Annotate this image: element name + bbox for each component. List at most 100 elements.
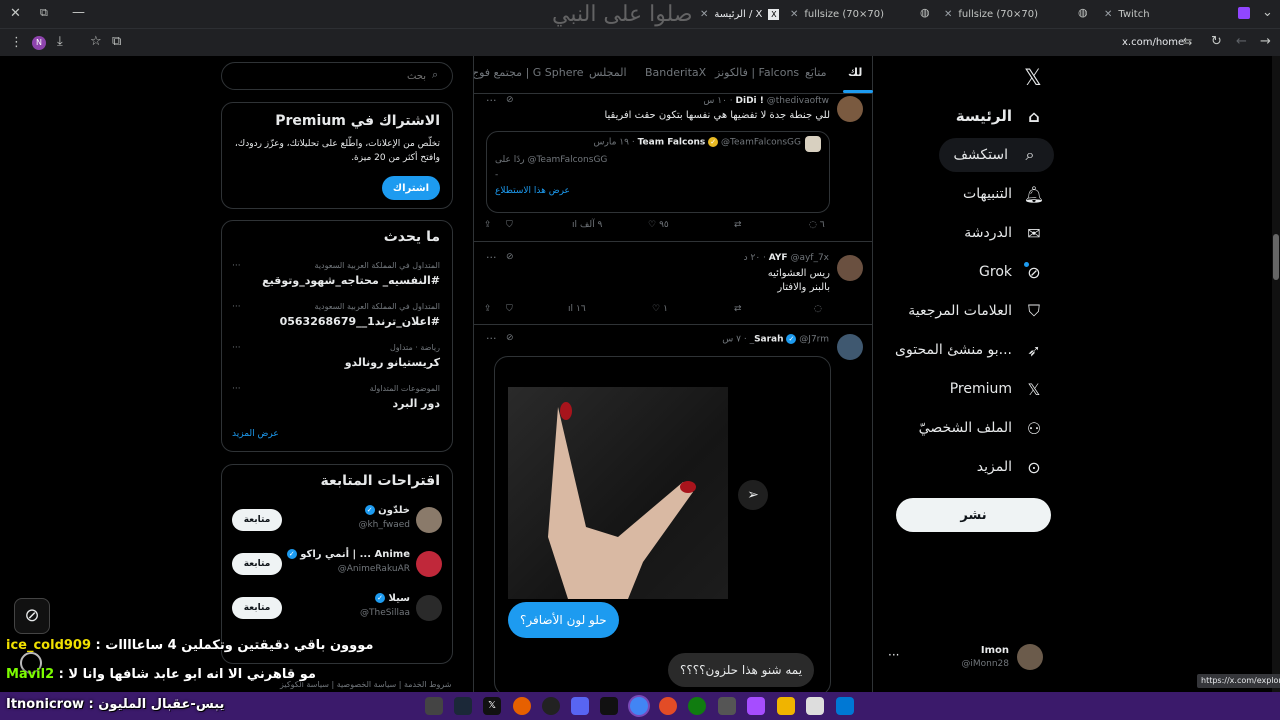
back-icon[interactable]: → — [1260, 34, 1271, 49]
grok-icon[interactable]: ⊘ — [506, 333, 514, 343]
avatar[interactable] — [416, 595, 442, 621]
trend-item[interactable]: المتداول في المملكة العربية السعودية #ال… — [222, 261, 452, 297]
share-icon[interactable]: ⇪ — [484, 304, 492, 314]
download-icon[interactable]: ⤓ — [57, 34, 63, 49]
send-icon[interactable]: ➢ — [738, 480, 768, 510]
nav-explore[interactable]: ⌕ استكشف — [939, 138, 1054, 172]
close-tab-icon[interactable]: ✕ — [700, 9, 708, 20]
nav-more[interactable]: ⊙ المزيد — [977, 450, 1044, 484]
close-window-icon[interactable]: ✕ — [10, 6, 21, 21]
reply-button[interactable]: ◌ ٦ — [809, 220, 825, 230]
close-tab-icon[interactable]: ✕ — [790, 9, 798, 20]
subscribe-button[interactable]: اشتراك — [382, 176, 440, 200]
tweet-author[interactable]: AYF — [769, 253, 788, 263]
avatar[interactable] — [837, 255, 863, 281]
tab-fullsize-1[interactable]: ✕ fullsize (70×70) — [790, 4, 884, 24]
share-icon[interactable]: ⧉ — [112, 34, 121, 49]
forward-icon[interactable]: ← — [1236, 34, 1247, 49]
trend-item[interactable]: الموضوعات المتداولة دور البرد ··· — [222, 384, 452, 420]
tweet[interactable]: Sarah ✓ @J7rm_ · ٧ س ⊘ ··· ➢ حلو لون الأ… — [474, 326, 873, 692]
url-bar[interactable]: x.com/home — [1122, 37, 1184, 48]
bookmark-icon[interactable]: ⛉ — [506, 220, 513, 230]
tab-g-sphere[interactable]: مجتمع فوج | G Sphere — [474, 66, 584, 79]
tab-x-home[interactable]: ✕ الرئيسة / X X — [700, 4, 780, 24]
tweet-media[interactable]: ➢ حلو لون الأضافر؟ يمه شنو هذا حلزون؟؟؟؟ — [494, 356, 831, 692]
avatar[interactable] — [416, 551, 442, 577]
tab-falcons[interactable]: فالكونز | Falcons — [715, 66, 799, 79]
tweet-author[interactable]: Sarah — [754, 335, 783, 345]
nav-home[interactable]: ⌂ الرئيسة — [956, 99, 1044, 133]
tune-icon[interactable]: ⇆ — [1183, 35, 1192, 48]
xbox-icon[interactable] — [688, 697, 706, 715]
app-icon[interactable] — [806, 697, 824, 715]
windows-start-icon[interactable] — [836, 697, 854, 715]
nav-messages[interactable]: ✉ الدردشة — [964, 216, 1044, 250]
tweet-time[interactable]: ٧ س — [722, 335, 741, 345]
menu-dots-icon[interactable]: ⋮ — [10, 35, 23, 50]
bookmark-icon[interactable]: ⛉ — [506, 304, 513, 314]
chrome-icon[interactable] — [630, 697, 648, 715]
trend-item[interactable]: رياضة · متداول كريستيانو رونالدو ··· — [222, 343, 452, 379]
x-app-icon[interactable]: 𝕏 — [483, 697, 501, 715]
profile-avatar[interactable]: N — [32, 36, 46, 50]
show-more-link[interactable]: عرض المزيد — [232, 429, 279, 439]
tweet[interactable]: DiDi ! @thedivaoftw · ١٠ س ⊘ ··· للي جنط… — [474, 94, 873, 242]
quote-tweet[interactable]: Team Falcons ✓ @TeamFalconsGG · ١٩ مارس … — [486, 131, 830, 213]
nav-notifications[interactable]: 🔔︎ التنبيهات — [963, 177, 1044, 211]
post-button[interactable]: نشر — [896, 498, 1051, 532]
scrollbar[interactable] — [1272, 56, 1280, 692]
tweet-author[interactable]: DiDi ! — [736, 96, 764, 106]
nav-premium[interactable]: 𝕏 Premium — [950, 372, 1044, 406]
reply-button[interactable]: ◌ — [814, 304, 822, 314]
show-poll-link[interactable]: عرض هذا الاستطلاع — [495, 186, 570, 196]
like-button[interactable]: ♡ ١ — [652, 304, 668, 314]
app-icon[interactable] — [659, 697, 677, 715]
like-button[interactable]: ♡ ٩٥ — [648, 220, 669, 230]
follow-suggestion[interactable]: سيلا ✓ @TheSillaa متابعة — [222, 591, 452, 625]
tweet-handle[interactable]: @thedivaoftw — [767, 96, 829, 106]
tab-following[interactable]: متابَع — [805, 66, 826, 79]
repost-button[interactable]: ⇄ — [734, 304, 742, 314]
nav-grok[interactable]: ⊘ Grok — [979, 255, 1044, 289]
star-icon[interactable]: ☆ — [90, 34, 102, 49]
nav-profile[interactable]: ⚇ الملف الشخصيّ — [919, 411, 1044, 445]
discord-icon[interactable] — [571, 697, 589, 715]
avatar[interactable] — [837, 334, 863, 360]
folder-icon[interactable] — [777, 697, 795, 715]
tab-menu-icon[interactable]: ⌄ — [1262, 5, 1273, 20]
tab-twitch[interactable]: ✕ Twitch — [1104, 4, 1150, 24]
views-button[interactable]: ıl ٩ آلف — [572, 220, 602, 230]
search-box[interactable]: ⌕ — [221, 62, 453, 90]
close-tab-icon[interactable]: ✕ — [1104, 9, 1112, 20]
tab-for-you[interactable]: لك — [848, 66, 862, 79]
obs-icon[interactable] — [542, 697, 560, 715]
more-dots-icon[interactable]: ··· — [232, 384, 241, 394]
tweet[interactable]: AYF @ayf_7x · ٢٠ د ⊘ ··· ريس العشوائيه ب… — [474, 243, 873, 325]
tab-majlis[interactable]: المجلس — [589, 66, 627, 79]
minimize-window-icon[interactable]: — — [72, 5, 85, 20]
share-icon[interactable]: ⇪ — [484, 220, 492, 230]
app-icon[interactable] — [747, 697, 765, 715]
tab-banderitax[interactable]: BanderitaX — [645, 66, 706, 79]
follow-suggestion[interactable]: Anime ... | أنمي راكو ✓ @AnimeRakuAR متا… — [222, 547, 452, 581]
more-dots-icon[interactable]: ··· — [232, 302, 241, 312]
avatar[interactable] — [416, 507, 442, 533]
grok-float-icon[interactable]: ⊘ — [14, 598, 50, 634]
account-switcher[interactable]: Imon @iMonn28 ··· — [884, 640, 1054, 676]
reload-icon[interactable]: ↻ — [1211, 34, 1222, 49]
repost-button[interactable]: ⇄ — [734, 220, 745, 230]
app-icon[interactable] — [718, 697, 736, 715]
tweet-handle[interactable]: @ayf_7x — [790, 253, 829, 263]
follow-button[interactable]: متابعة — [232, 553, 282, 575]
more-dots-icon[interactable]: ··· — [486, 251, 497, 264]
x-logo-icon[interactable]: 𝕏 — [1024, 66, 1042, 91]
more-dots-icon[interactable]: ··· — [486, 332, 497, 345]
tab-fullsize-2[interactable]: ✕ fullsize (70×70) — [944, 4, 1038, 24]
firefox-icon[interactable] — [513, 697, 531, 715]
tweet-time[interactable]: ١٠ س — [703, 96, 727, 106]
search-input[interactable] — [226, 66, 426, 86]
follow-suggestion[interactable]: خلدّون ✓ @kh_fwaed متابعة — [222, 503, 452, 537]
close-tab-icon[interactable]: ✕ — [944, 9, 952, 20]
app-icon[interactable] — [600, 697, 618, 715]
restore-window-icon[interactable]: ⧉ — [40, 6, 48, 20]
